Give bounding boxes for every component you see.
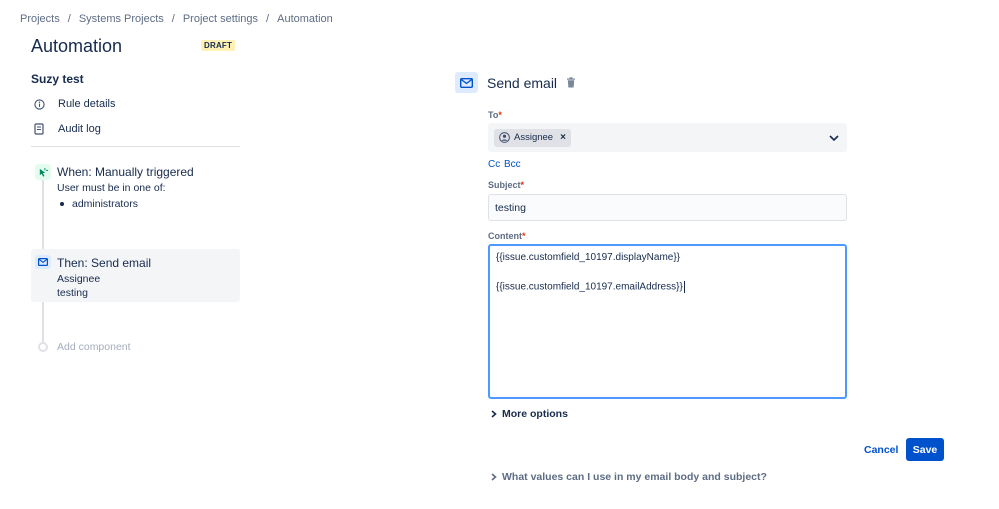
cc-link[interactable]: Cc (488, 159, 500, 170)
breadcrumb-separator: / (67, 13, 71, 25)
rule-name: Suzy test (31, 72, 84, 86)
sidebar-divider (31, 146, 240, 147)
content-textarea[interactable]: {{issue.customfield_10197.displayName}} … (488, 244, 847, 399)
content-line: {{issue.customfield_10197.emailAddress}} (496, 281, 685, 293)
page-title: Automation (31, 36, 123, 56)
required-mark: * (522, 231, 526, 241)
content-line: {{issue.customfield_10197.displayName}} (496, 252, 681, 263)
breadcrumb-automation[interactable]: Automation (277, 13, 333, 25)
sidebar-item-rule-details[interactable]: Rule details (34, 97, 115, 111)
required-mark: * (498, 110, 502, 120)
content-label-text: Content (488, 231, 522, 241)
content-line-text: {{issue.customfield_10197.emailAddress}} (496, 281, 683, 293)
trigger-title[interactable]: When: Manually triggered (57, 165, 194, 179)
add-component-link[interactable]: Add component (57, 341, 131, 353)
email-values-help-toggle[interactable]: What values can I use in my email body a… (490, 471, 767, 483)
cursor-click-icon (35, 164, 51, 180)
required-mark: * (520, 180, 525, 190)
content-label: Content* (488, 231, 526, 241)
sidebar-item-label: Audit log (58, 123, 101, 135)
bullet (60, 202, 64, 206)
to-label: To* (488, 110, 502, 120)
chevron-right-icon (490, 409, 498, 419)
action-title: Then: Send email (57, 256, 152, 270)
action-subject: testing (57, 287, 88, 299)
timeline-end-node (38, 342, 48, 352)
trigger-group-item: administrators (60, 198, 138, 210)
to-recipients-select[interactable]: Assignee × (488, 123, 847, 152)
subject-label-text: Subject (488, 180, 521, 190)
breadcrumb-systems-projects[interactable]: Systems Projects (79, 13, 164, 25)
more-options-toggle[interactable]: More options (490, 408, 568, 420)
mail-icon (35, 255, 51, 269)
save-button[interactable]: Save (906, 438, 944, 461)
email-values-help-label: What values can I use in my email body a… (502, 471, 767, 483)
info-icon (34, 97, 52, 111)
subject-label: Subject* (488, 180, 524, 190)
trigger-group-label: administrators (72, 198, 138, 210)
trash-icon[interactable] (565, 76, 577, 89)
action-recipient: Assignee (57, 273, 101, 285)
chevron-right-icon (490, 472, 498, 482)
document-icon (34, 122, 52, 136)
breadcrumb-separator: / (266, 13, 270, 25)
draft-badge: DRAFT (201, 40, 236, 51)
component-title: Send email (487, 75, 558, 91)
bcc-link[interactable]: Bcc (504, 159, 521, 170)
more-options-label: More options (502, 408, 568, 420)
trigger-subtitle: User must be in one of: (57, 182, 166, 194)
mail-icon (455, 72, 478, 93)
remove-recipient-icon[interactable]: × (560, 132, 566, 143)
breadcrumb-project-settings[interactable]: Project settings (183, 13, 258, 25)
recipient-chip-label: Assignee (514, 132, 554, 143)
subject-input[interactable] (488, 194, 847, 221)
sidebar-item-label: Rule details (58, 98, 116, 110)
breadcrumb: Projects / Systems Projects / Project se… (20, 13, 333, 25)
recipient-chip: Assignee × (494, 128, 571, 147)
sidebar-item-audit-log[interactable]: Audit log (34, 122, 101, 136)
breadcrumb-separator: / (171, 13, 175, 25)
chevron-down-icon[interactable] (828, 132, 840, 144)
text-caret (683, 281, 685, 293)
cancel-button[interactable]: Cancel (858, 439, 904, 461)
user-avatar-icon (499, 132, 510, 143)
to-label-text: To (488, 110, 499, 120)
breadcrumb-projects[interactable]: Projects (20, 13, 60, 25)
